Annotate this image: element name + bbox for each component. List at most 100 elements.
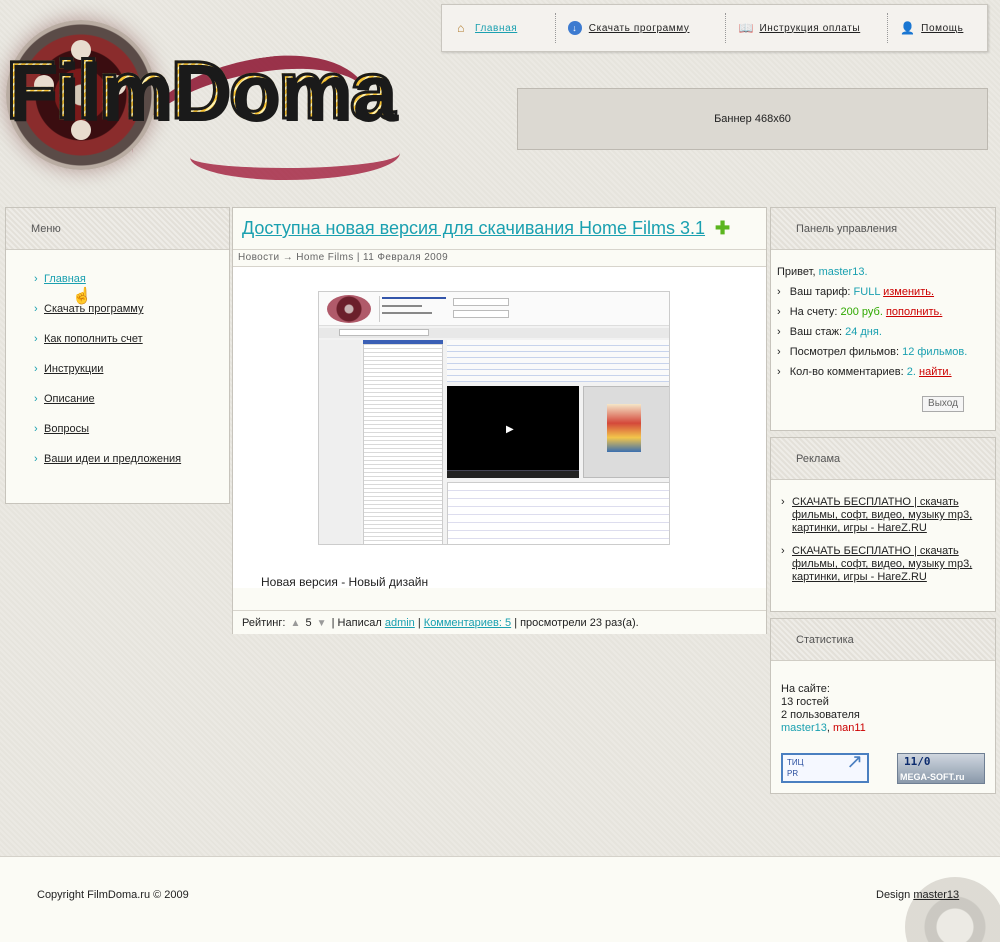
nav-item-payment[interactable]: 📖 Инструкция оплаты xyxy=(725,13,887,43)
news-body: ▶ Новая версия - Новый дизайн xyxy=(233,267,766,589)
menu-item-description[interactable]: Описание xyxy=(34,392,229,422)
greeting-prefix: Привет, xyxy=(777,266,816,278)
news-header: Доступна новая версия для скачивания Hom… xyxy=(233,208,766,250)
comments-link[interactable]: Комментариев: 5 xyxy=(424,617,511,629)
change-tariff-link[interactable]: изменить. xyxy=(883,286,934,298)
counter-value: 11/0 xyxy=(904,755,931,768)
views-text: | просмотрели 23 раз(а). xyxy=(514,617,639,629)
greeting-row: Привет, master13. xyxy=(777,262,995,282)
menu-link-download[interactable]: Скачать программу xyxy=(44,303,144,315)
ad-item[interactable]: СКАЧАТЬ БЕСПЛАТНО | скачать фильмы, софт… xyxy=(781,496,995,535)
download-icon: ↓ xyxy=(567,21,582,35)
comments-count-label: Кол-во комментариев: xyxy=(789,366,904,378)
hand-cursor-icon: ☝ xyxy=(72,288,92,305)
menu-link-description[interactable]: Описание xyxy=(44,393,95,405)
news-article: Доступна новая версия для скачивания Hom… xyxy=(232,207,767,634)
menu-list: Главная Скачать программу Как пополнить … xyxy=(6,250,229,482)
menu-item-ideas[interactable]: Ваши идеи и предложения xyxy=(34,452,229,482)
menu-link-home[interactable]: Главная xyxy=(44,273,86,285)
counter-label: MEGA-SOFT.ru xyxy=(900,772,965,782)
home-icon: ⌂ xyxy=(457,21,465,35)
online-users: master13, man11 xyxy=(781,722,995,735)
menu-link-ideas[interactable]: Ваши идеи и предложения xyxy=(44,453,181,465)
news-meta: Новости → Home Films | 11 Февраля 2009 xyxy=(233,250,766,267)
ad-link[interactable]: СКАЧАТЬ БЕСПЛАТНО | скачать фильмы, софт… xyxy=(792,496,972,534)
site-header: FilmDoma ⌂ Главная ↓ Скачать программу 📖… xyxy=(0,0,1000,207)
nav-link-download[interactable]: Скачать программу xyxy=(589,23,690,34)
menu-link-instructions[interactable]: Инструкции xyxy=(44,363,103,375)
breadcrumb-arrow: → xyxy=(282,252,294,263)
users-count: 2 пользователя xyxy=(781,709,860,721)
ads-list: СКАЧАТЬ БЕСПЛАТНО | скачать фильмы, софт… xyxy=(771,480,995,584)
menu-item-topup[interactable]: Как пополнить счет xyxy=(34,332,229,362)
mega-soft-counter-badge[interactable]: 11/0 MEGA-SOFT.ru xyxy=(897,753,985,784)
menu-title: Меню xyxy=(6,208,229,250)
control-panel-title: Панель управления xyxy=(771,208,995,250)
nav-link-help[interactable]: Помощь xyxy=(921,23,963,34)
banner-placeholder[interactable]: Баннер 468x60 xyxy=(517,88,988,150)
online-user-link[interactable]: man11 xyxy=(833,722,866,734)
ad-item[interactable]: СКАЧАТЬ БЕСПЛАТНО | скачать фильмы, софт… xyxy=(781,545,995,584)
tariff-row: Ваш тариф: FULL изменить. xyxy=(777,282,995,302)
nav-item-help[interactable]: 👤 Помощь xyxy=(887,13,987,43)
watched-label: Посмотрел фильмов: xyxy=(789,346,900,358)
ads-panel: Реклама СКАЧАТЬ БЕСПЛАТНО | скачать филь… xyxy=(770,437,996,612)
menu-panel: Меню Главная Скачать программу Как попол… xyxy=(5,207,230,504)
news-date: 11 Февраля 2009 xyxy=(363,252,449,263)
designer-link[interactable]: master13 xyxy=(913,889,959,901)
vote-down-icon[interactable]: ▼ xyxy=(317,618,327,629)
find-comments-link[interactable]: найти. xyxy=(919,366,952,378)
guests-count: 13 гостей xyxy=(781,696,829,708)
nav-item-download[interactable]: ↓ Скачать программу xyxy=(554,13,726,43)
menu-item-home[interactable]: Главная xyxy=(34,272,229,302)
news-section-link[interactable]: Новости xyxy=(238,252,280,263)
rating-label: Рейтинг: xyxy=(242,617,286,629)
watched-row: Посмотрел фильмов: 12 фильмов. xyxy=(777,342,995,362)
banner-text: Баннер 468x60 xyxy=(714,113,791,125)
app-screenshot-image[interactable]: ▶ xyxy=(318,291,670,545)
watched-value: 12 фильмов. xyxy=(902,346,968,358)
nav-link-payment[interactable]: Инструкция оплаты xyxy=(759,23,860,34)
news-title-link[interactable]: Доступна новая версия для скачивания Hom… xyxy=(242,218,705,239)
news-caption: Новая версия - Новый дизайн xyxy=(261,575,429,589)
online-user-sep: , xyxy=(826,722,830,734)
nav-item-home[interactable]: ⌂ Главная xyxy=(442,13,555,43)
news-footer: Рейтинг: ▲ 5 ▼ | Написал admin | Коммент… xyxy=(233,610,766,634)
ad-link[interactable]: СКАЧАТЬ БЕСПЛАТНО | скачать фильмы, софт… xyxy=(792,545,972,583)
tariff-value: FULL xyxy=(853,286,881,298)
site-logo[interactable]: FilmDoma xyxy=(0,0,420,207)
tenure-row: Ваш стаж: 24 дня. xyxy=(777,322,995,342)
menu-item-questions[interactable]: Вопросы xyxy=(34,422,229,452)
control-panel: Панель управления Привет, master13. Ваш … xyxy=(770,207,996,431)
news-category-link[interactable]: Home Films xyxy=(296,252,353,263)
topup-link[interactable]: пополнить. xyxy=(886,306,942,318)
site-footer: Copyright FilmDoma.ru © 2009 Design mast… xyxy=(0,856,1000,942)
meta-separator: | xyxy=(356,252,360,263)
tenure-label: Ваш стаж: xyxy=(789,326,843,338)
film-reel-decoration xyxy=(905,877,1000,942)
logout-button[interactable]: Выход xyxy=(922,396,964,412)
top-navigation: ⌂ Главная ↓ Скачать программу 📖 Инструкц… xyxy=(441,4,988,52)
comments-count-row: Кол-во комментариев: 2. найти. xyxy=(777,362,995,382)
tariff-label: Ваш тариф: xyxy=(789,286,851,298)
menu-item-download[interactable]: Скачать программу xyxy=(34,302,229,332)
design-prefix: Design xyxy=(876,889,911,901)
balance-label: На счету: xyxy=(789,306,838,318)
tic-pr-counter-badge[interactable]: ТИЦ PR ↗ xyxy=(781,752,869,783)
author-link[interactable]: admin xyxy=(385,617,415,629)
menu-link-questions[interactable]: Вопросы xyxy=(44,423,89,435)
rating-value: 5 xyxy=(305,617,312,629)
copyright-text: Copyright FilmDoma.ru © 2009 xyxy=(37,889,189,901)
design-credit: Design master13 xyxy=(876,889,959,901)
vote-up-icon[interactable]: ▲ xyxy=(291,618,301,629)
book-icon: 📖 xyxy=(738,21,755,35)
author-prefix: | Написал xyxy=(331,617,382,629)
logo-text: FilmDoma xyxy=(4,44,396,138)
online-user-link[interactable]: master13 xyxy=(781,722,827,734)
plus-icon[interactable]: ✚ xyxy=(715,218,730,239)
menu-link-topup[interactable]: Как пополнить счет xyxy=(44,333,143,345)
nav-link-home[interactable]: Главная xyxy=(475,23,517,34)
footer-separator: | xyxy=(417,617,421,629)
tenure-value: 24 дня. xyxy=(845,326,882,338)
menu-item-instructions[interactable]: Инструкции xyxy=(34,362,229,392)
